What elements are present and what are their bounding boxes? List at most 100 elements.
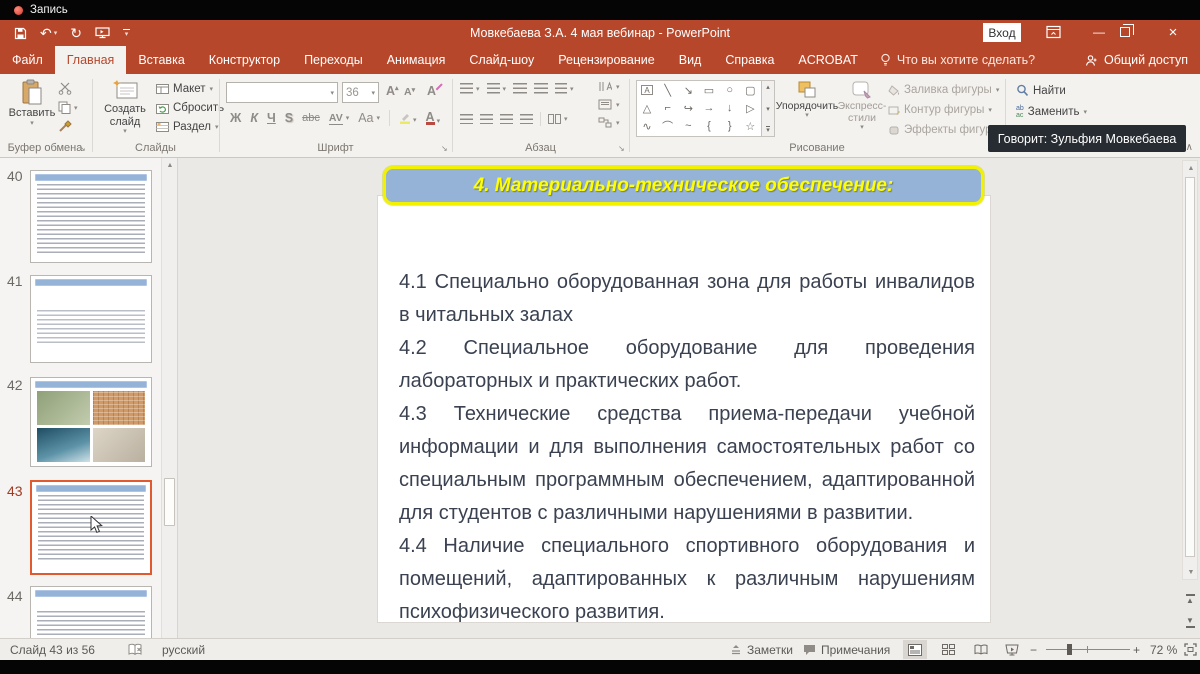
quick-styles-button[interactable]: Экспресс-стили ▾	[838, 80, 886, 132]
cut-button[interactable]	[58, 82, 78, 95]
shape-triangle-icon[interactable]: △	[637, 99, 657, 117]
canvas-scroll-down-icon[interactable]: ▼	[1183, 565, 1199, 579]
shape-rectangle-icon[interactable]: ▭	[699, 81, 719, 99]
fit-to-window-button[interactable]	[1184, 639, 1197, 660]
change-case-button[interactable]: Aa	[358, 111, 373, 125]
format-painter-button[interactable]	[58, 120, 78, 133]
columns-dropdown-icon[interactable]: ▾	[564, 115, 568, 123]
shape-arc-icon[interactable]: ⌒	[658, 117, 678, 135]
zoom-slider-thumb[interactable]	[1067, 644, 1072, 655]
change-case-dropdown-icon[interactable]: ▾	[377, 114, 381, 122]
columns-icon[interactable]	[548, 114, 561, 124]
shrink-font-button[interactable]: A▾	[404, 86, 415, 98]
find-button[interactable]: Найти	[1016, 84, 1087, 97]
notes-button[interactable]: Заметки	[730, 639, 793, 660]
underline-button[interactable]: Ч	[267, 111, 276, 125]
font-name-dropdown-icon[interactable]: ▾	[330, 89, 334, 97]
canvas-scrollbar[interactable]: ▲ ▼	[1182, 160, 1198, 580]
thumbnail-scrollbar-thumb[interactable]	[164, 478, 175, 526]
zoom-slider-track[interactable]	[1046, 649, 1130, 650]
font-name-combo[interactable]: ▾	[226, 82, 338, 103]
shape-fill-button[interactable]: Заливка фигуры ▾	[888, 84, 999, 96]
paragraph-dialog-launcher[interactable]: ↘	[618, 144, 625, 153]
tab-transitions[interactable]: Переходы	[292, 46, 375, 74]
tab-slideshow[interactable]: Слайд-шоу	[457, 46, 546, 74]
paste-dropdown-icon[interactable]: ▾	[30, 120, 34, 128]
shape-curve-icon[interactable]: ~	[678, 117, 698, 135]
slide-title-box[interactable]: 4. Материально-техническое обеспечение:	[383, 166, 984, 205]
strikethrough-button[interactable]: abc	[302, 112, 320, 124]
zoom-out-button[interactable]: −	[1030, 639, 1037, 660]
shape-star-icon[interactable]: ☆	[740, 117, 760, 135]
restore-button[interactable]	[1120, 27, 1130, 37]
share-button[interactable]: Общий доступ	[1085, 46, 1188, 74]
line-spacing-dropdown-icon[interactable]: ▾	[570, 85, 574, 93]
canvas-scroll-up-icon[interactable]: ▲	[1183, 161, 1199, 175]
font-size-combo[interactable]: 36 ▾	[342, 82, 379, 103]
slide-counter[interactable]: Слайд 43 из 56	[10, 639, 95, 660]
tab-insert[interactable]: Вставка	[126, 46, 196, 74]
shape-rounded-rectangle-icon[interactable]: ▢	[740, 81, 760, 99]
shape-brace-left-icon[interactable]: {	[699, 117, 719, 135]
section-button[interactable]: Раздел ▾	[156, 121, 224, 133]
character-spacing-button[interactable]: AV	[329, 112, 343, 125]
shape-brace-right-icon[interactable]: }	[720, 117, 740, 135]
slideshow-view-button[interactable]	[1000, 640, 1024, 659]
layout-button[interactable]: Макет ▾	[156, 83, 224, 95]
slide-thumbnail-40[interactable]	[30, 170, 152, 263]
highlight-dropdown-icon[interactable]: ▾	[413, 116, 417, 124]
align-right-icon[interactable]	[500, 114, 513, 124]
shape-effects-button[interactable]: Эффекты фигур	[888, 124, 999, 136]
text-direction-button[interactable]: ▾	[598, 81, 620, 92]
collapse-ribbon-icon[interactable]: ∧	[1186, 142, 1193, 153]
align-center-icon[interactable]	[480, 114, 493, 124]
next-slide-button[interactable]: ▼	[1182, 614, 1198, 632]
arrange-button[interactable]: Упорядочить ▾	[779, 80, 835, 120]
slide-body-text[interactable]: 4.1 Специально оборудованная зона для ра…	[399, 266, 975, 629]
save-icon[interactable]	[14, 27, 27, 40]
align-left-icon[interactable]	[460, 114, 473, 124]
tab-view[interactable]: Вид	[667, 46, 714, 74]
copy-button[interactable]: ▾	[58, 101, 78, 114]
canvas-scrollbar-thumb[interactable]	[1185, 177, 1195, 557]
clear-formatting-button[interactable]: A	[427, 84, 436, 98]
shape-right-arrow-icon[interactable]: →	[699, 99, 719, 117]
undo-dropdown-icon[interactable]: ▾	[54, 30, 58, 37]
tell-me-box[interactable]: Что вы хотите сделать?	[870, 46, 1045, 74]
spell-check-icon[interactable]	[128, 639, 143, 660]
shape-scribble-icon[interactable]: ∿	[637, 117, 657, 135]
justify-icon[interactable]	[520, 114, 533, 124]
new-slide-dropdown-icon[interactable]: ▾	[123, 128, 127, 136]
thumbnail-scrollbar[interactable]: ▲	[161, 158, 177, 638]
slide-thumbnail-41[interactable]	[30, 275, 152, 363]
slide-thumbnail-42[interactable]	[30, 377, 152, 467]
arrange-dropdown-icon[interactable]: ▾	[805, 112, 809, 120]
customize-qat-button[interactable]: ▾	[123, 29, 130, 38]
align-text-button[interactable]: ▾	[598, 99, 620, 110]
tab-acrobat[interactable]: ACROBAT	[786, 46, 870, 74]
text-shadow-button[interactable]: S	[285, 111, 293, 125]
bullets-icon[interactable]	[460, 83, 473, 94]
tab-home[interactable]: Главная	[55, 46, 127, 74]
font-size-dropdown-icon[interactable]: ▾	[371, 89, 375, 97]
new-slide-button[interactable]: Создать слайд ▾	[98, 79, 152, 136]
shapes-gallery[interactable]: A ╲ ↘ ▭ ○ ▢ △ ⌐ ↪ → ↓ ▷ ∿ ⌒ ~ { } ☆	[636, 80, 762, 137]
normal-view-button[interactable]	[903, 640, 927, 659]
font-color-dropdown-icon[interactable]: ▾	[437, 117, 441, 125]
clipboard-dialog-launcher[interactable]: ↘	[79, 144, 86, 153]
tab-help[interactable]: Справка	[713, 46, 786, 74]
minimize-button[interactable]: —	[1086, 21, 1112, 43]
decrease-indent-icon[interactable]	[513, 83, 527, 94]
undo-button[interactable]: ↶ ▾	[40, 26, 57, 40]
tab-file[interactable]: Файл	[0, 46, 55, 74]
quick-styles-dropdown-icon[interactable]: ▾	[860, 124, 864, 132]
line-spacing-icon[interactable]	[555, 83, 567, 94]
shapes-scroll-up-icon[interactable]: ▴	[766, 83, 770, 91]
italic-button[interactable]: К	[250, 111, 258, 125]
font-dialog-launcher[interactable]: ↘	[441, 144, 448, 153]
shape-oval-icon[interactable]: ○	[720, 81, 740, 99]
language-indicator[interactable]: русский	[162, 639, 205, 660]
shape-line-icon[interactable]: ╲	[658, 81, 678, 99]
character-spacing-dropdown-icon[interactable]: ▾	[346, 114, 350, 122]
shapes-gallery-scroll[interactable]: ▴ ▾ ▾	[762, 80, 775, 137]
